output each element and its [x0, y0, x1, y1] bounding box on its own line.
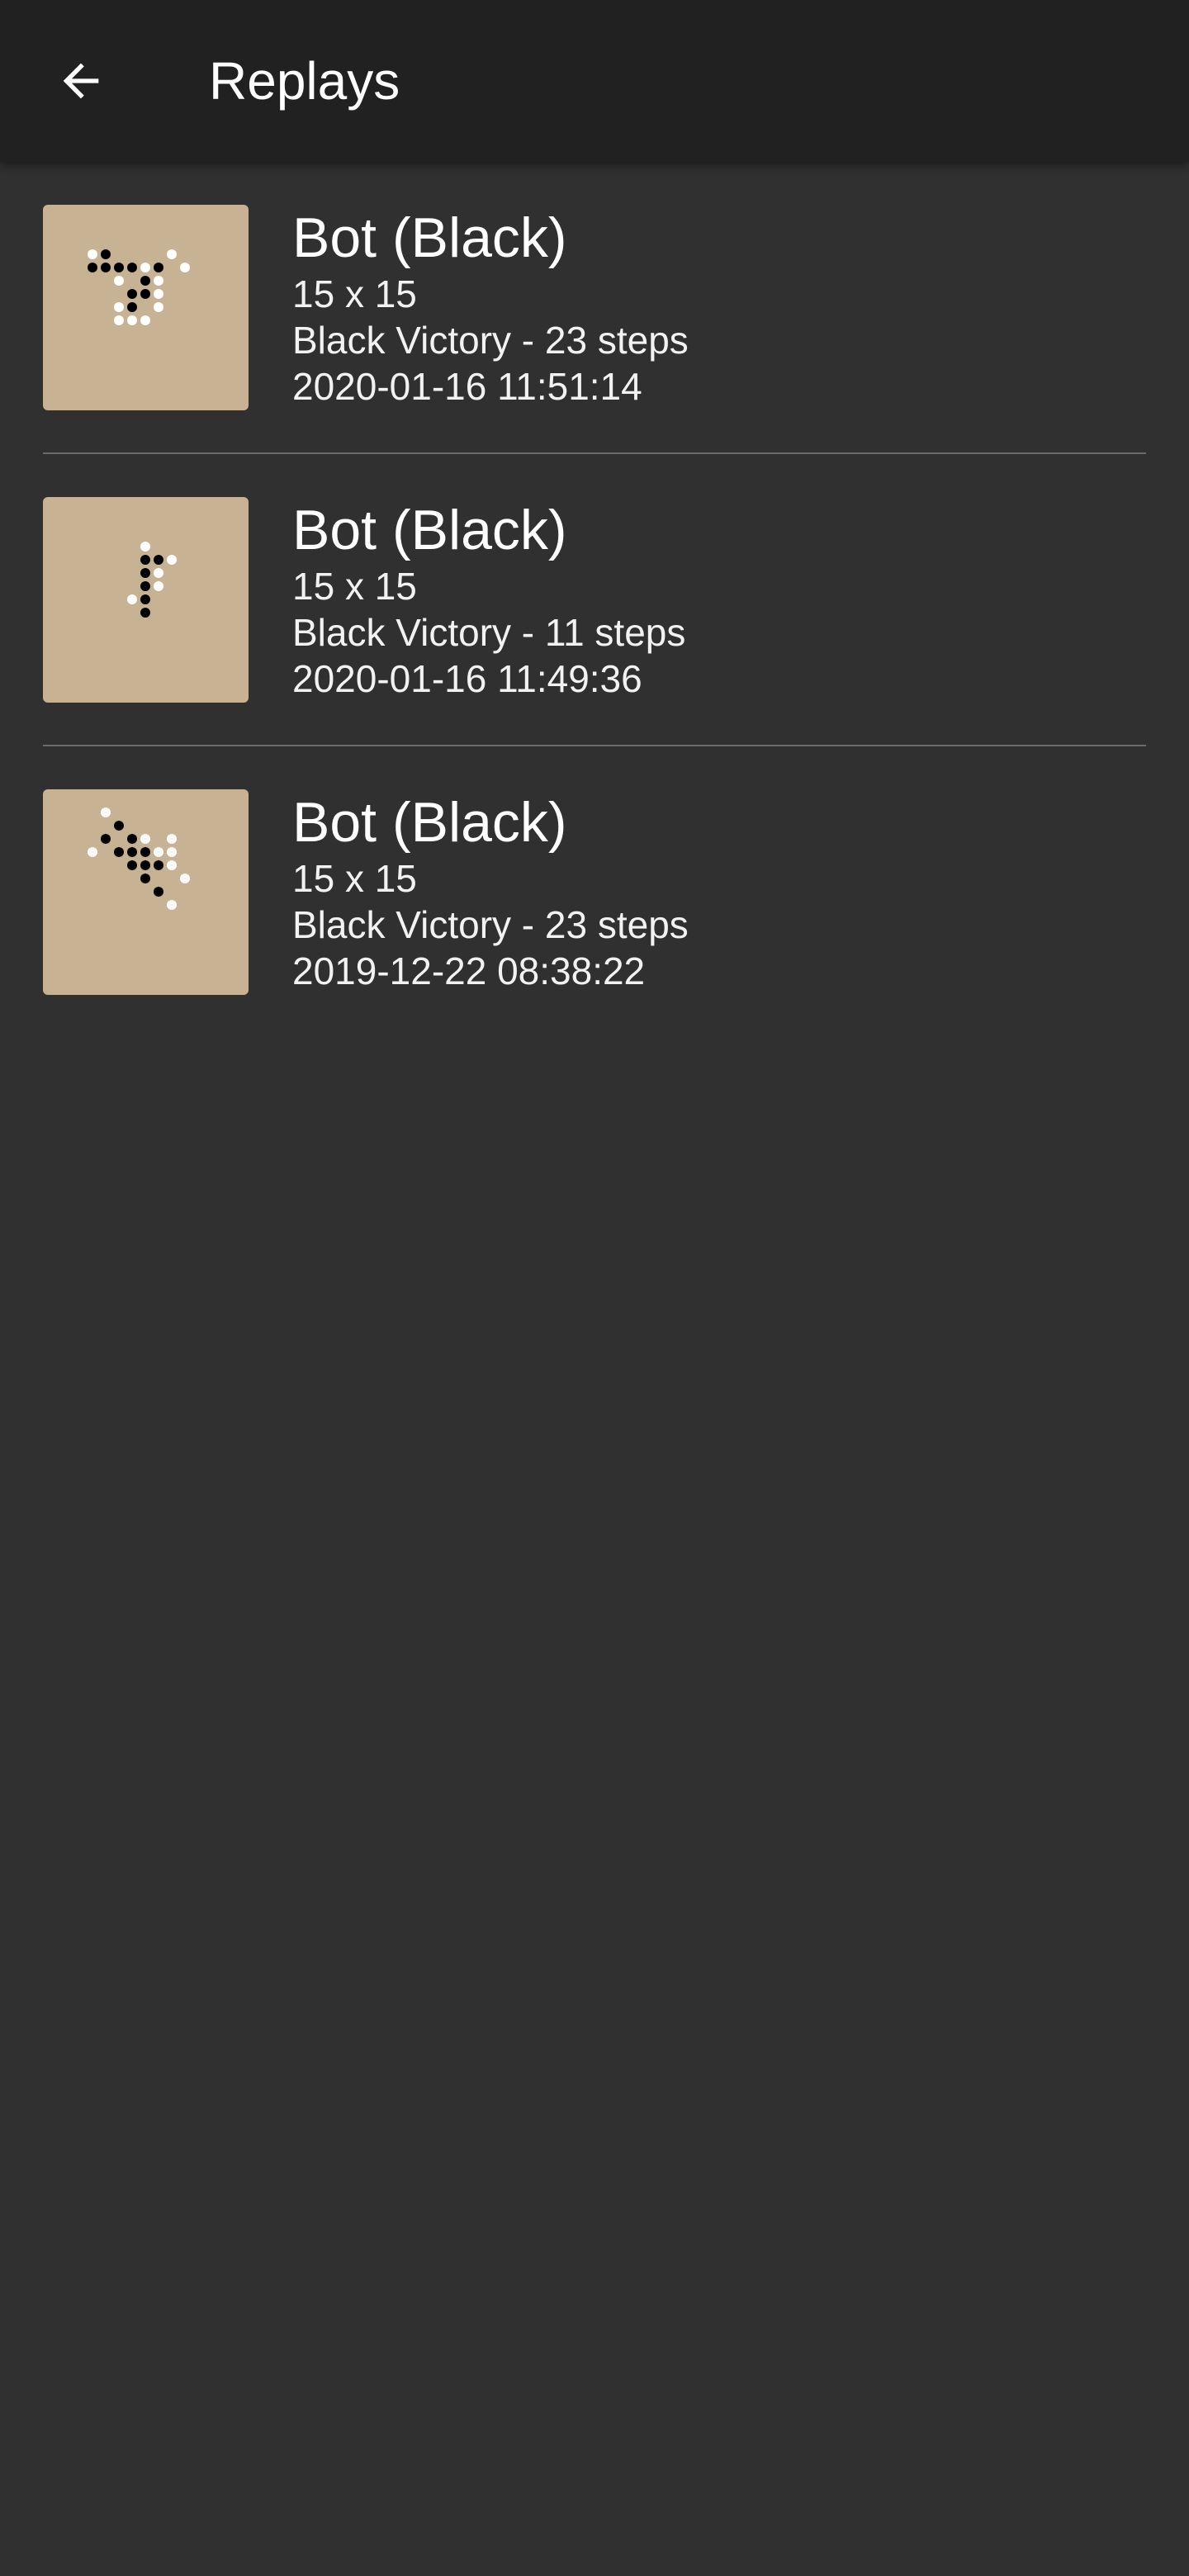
black-stone: [140, 555, 150, 565]
white-stone: [101, 807, 111, 817]
black-stone: [127, 860, 137, 870]
white-stone: [167, 834, 177, 844]
replay-list: Bot (Black) 15 x 15 Black Victory - 23 s…: [0, 162, 1189, 1039]
white-stone: [140, 834, 150, 844]
black-stone: [127, 263, 137, 272]
app-bar: Replays: [0, 0, 1189, 162]
black-stone: [127, 302, 137, 312]
replay-player: Bot (Black): [292, 206, 567, 269]
replay-item[interactable]: Bot (Black) 15 x 15 Black Victory - 11 s…: [0, 454, 1189, 746]
white-stone: [154, 581, 163, 591]
white-stone: [167, 555, 177, 565]
replay-result: Black Victory - 11 steps: [292, 611, 686, 654]
replay-player: Bot (Black): [292, 791, 567, 854]
black-stone: [140, 276, 150, 286]
replay-item[interactable]: Bot (Black) 15 x 15 Black Victory - 23 s…: [0, 162, 1189, 454]
white-stone: [167, 900, 177, 910]
white-stone: [180, 263, 190, 272]
white-stone: [154, 568, 163, 578]
replay-result: Black Victory - 23 steps: [292, 903, 689, 946]
white-stone: [88, 847, 97, 857]
board-thumbnail: [43, 205, 249, 410]
replay-result: Black Victory - 23 steps: [292, 319, 689, 362]
black-stone: [101, 834, 111, 844]
white-stone: [114, 315, 124, 325]
black-stone: [154, 263, 163, 272]
black-stone: [154, 887, 163, 897]
black-stone: [140, 289, 150, 299]
white-stone: [154, 276, 163, 286]
arrow-left-icon: [63, 63, 99, 99]
white-stone: [154, 302, 163, 312]
replay-info: Bot (Black) 15 x 15 Black Victory - 23 s…: [292, 789, 689, 994]
board-thumbnail: [43, 497, 249, 703]
black-stone: [140, 568, 150, 578]
black-stone: [101, 263, 111, 272]
black-stone: [114, 847, 124, 857]
replay-player: Bot (Black): [292, 499, 567, 561]
replay-date: 2020-01-16 11:51:14: [292, 365, 642, 408]
replay-board-size: 15 x 15: [292, 565, 417, 608]
black-stone: [140, 581, 150, 591]
replay-board-size: 15 x 15: [292, 272, 417, 315]
white-stone: [154, 847, 163, 857]
white-stone: [114, 276, 124, 286]
black-stone: [114, 821, 124, 831]
black-stone: [101, 249, 111, 259]
black-stone: [140, 847, 150, 857]
white-stone: [140, 263, 150, 272]
black-stone: [127, 834, 137, 844]
replay-date: 2020-01-16 11:49:36: [292, 657, 642, 700]
black-stone: [127, 289, 137, 299]
white-stone: [88, 249, 97, 259]
back-button[interactable]: [40, 40, 122, 122]
replay-date: 2019-12-22 08:38:22: [292, 949, 646, 992]
black-stone: [127, 847, 137, 857]
white-stone: [167, 860, 177, 870]
white-stone: [180, 874, 190, 883]
replay-info: Bot (Black) 15 x 15 Black Victory - 23 s…: [292, 205, 689, 410]
white-stone: [167, 249, 177, 259]
black-stone: [88, 263, 97, 272]
black-stone: [140, 594, 150, 604]
black-stone: [140, 608, 150, 618]
white-stone: [127, 315, 137, 325]
replay-item[interactable]: Bot (Black) 15 x 15 Black Victory - 23 s…: [0, 746, 1189, 1039]
black-stone: [140, 874, 150, 883]
black-stone: [154, 860, 163, 870]
white-stone: [154, 289, 163, 299]
black-stone: [140, 860, 150, 870]
replay-board-size: 15 x 15: [292, 857, 417, 900]
page-title: Replays: [209, 51, 400, 111]
white-stone: [127, 594, 137, 604]
black-stone: [154, 555, 163, 565]
black-stone: [114, 263, 124, 272]
white-stone: [114, 302, 124, 312]
white-stone: [140, 542, 150, 552]
board-thumbnail: [43, 789, 249, 995]
replay-info: Bot (Black) 15 x 15 Black Victory - 11 s…: [292, 497, 685, 702]
white-stone: [140, 315, 150, 325]
white-stone: [167, 847, 177, 857]
